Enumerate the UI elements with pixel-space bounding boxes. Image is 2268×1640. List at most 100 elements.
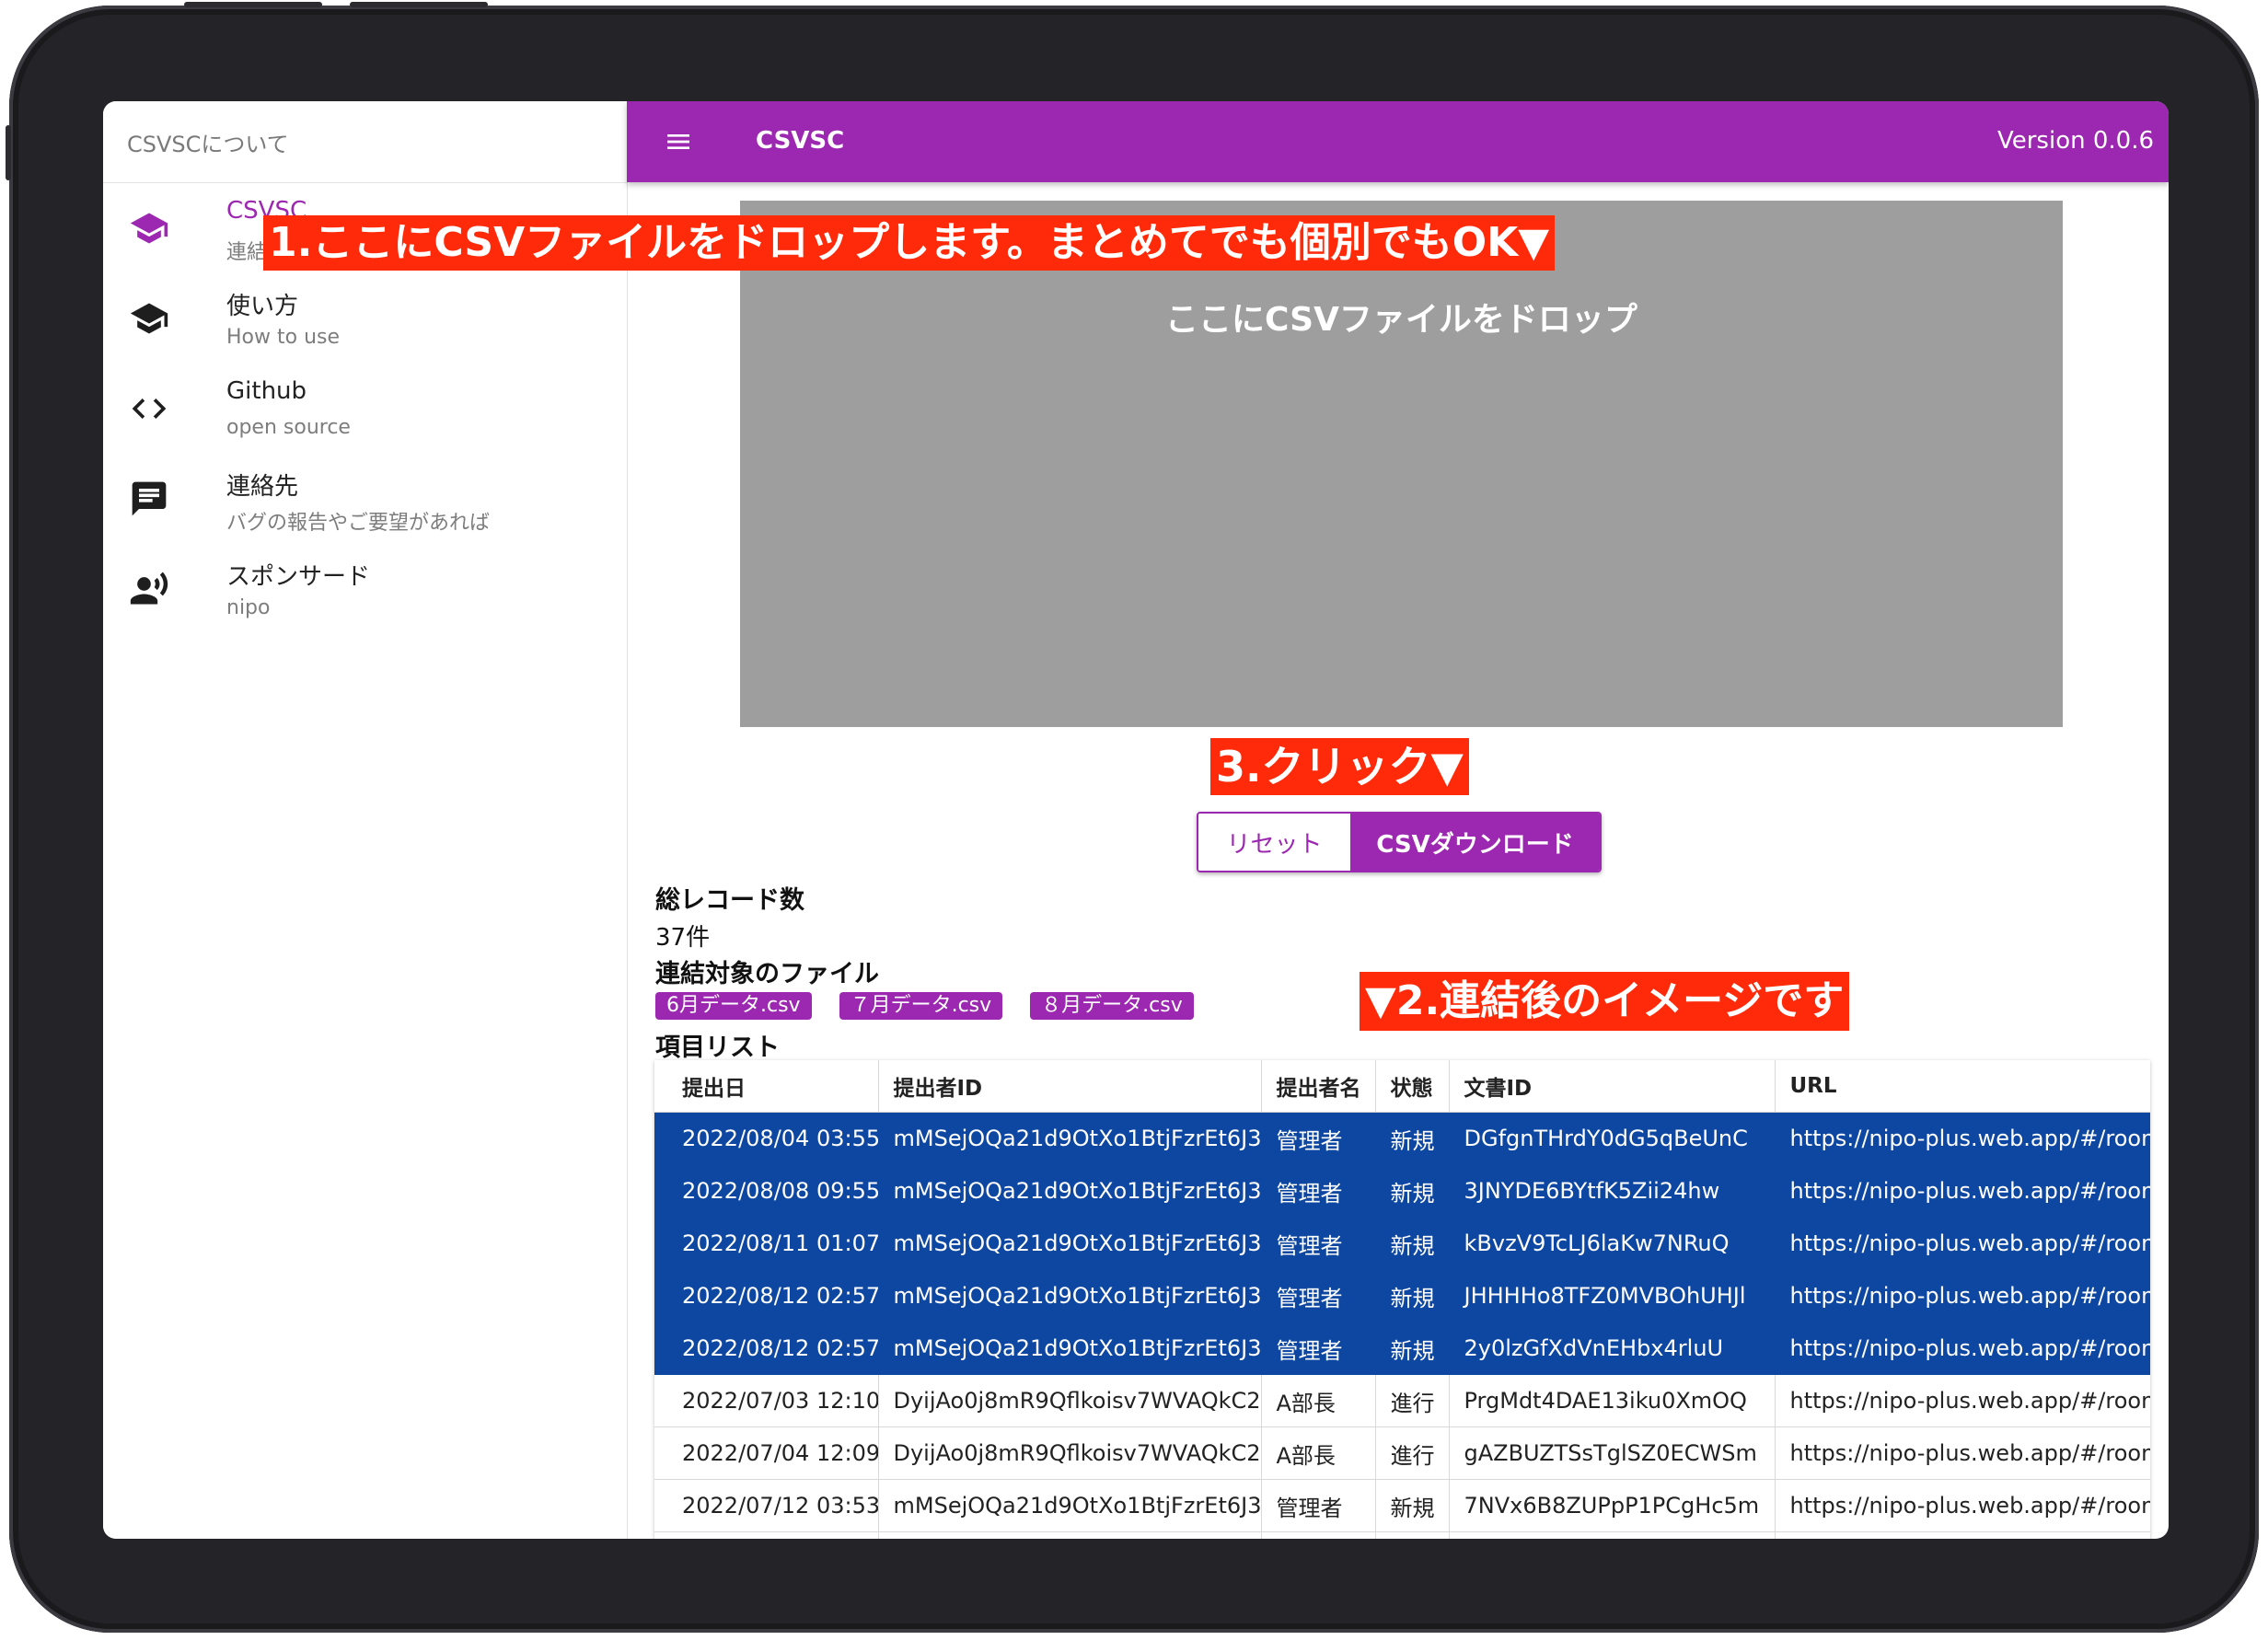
reset-button[interactable]: リセット: [1198, 814, 1350, 871]
nav-subtitle: 連結: [226, 241, 268, 264]
dropzone-label: ここにCSVファイルをドロップ: [1165, 301, 1637, 339]
table-row[interactable]: 2022/08/08 09:55 mMSejOQa21d9OtXo1BtjFzrE…: [654, 1164, 2150, 1218]
table-cell: mMSejOQa21d9OtXo1BtjFzrEt6J3: [878, 1322, 1262, 1375]
table-row[interactable]: 2022/08/12 02:57 mMSejOQa21d9OtXo1BtjFzrE…: [654, 1269, 2150, 1322]
speaking-person-icon: [130, 572, 168, 605]
table-cell: https://nipo-plus.web.app/#/room/: [1775, 1479, 2150, 1532]
column-header[interactable]: 文書ID: [1449, 1060, 1776, 1113]
app-screen: CSVSCについて CSVSC 連結 使い方 How to use Github…: [103, 101, 2169, 1539]
table-cell: gAZBUZTSsTglSZ0ECWSm: [1449, 1426, 1776, 1480]
column-header[interactable]: 提出者名: [1261, 1060, 1376, 1113]
graduation-cap-icon: [130, 213, 168, 244]
columns-label: 項目リスト: [655, 1034, 780, 1062]
table-cell: 新規: [1375, 1269, 1450, 1322]
table-cell: 管理者: [1261, 1217, 1376, 1270]
top-button: [350, 2, 488, 7]
nav-item-github[interactable]: Github open source: [103, 368, 627, 456]
table-cell: 2022/08/04 03:55: [654, 1112, 879, 1165]
table-cell: 2022/07/04 12:09: [654, 1426, 879, 1480]
total-records-label: 総レコード数: [655, 886, 804, 915]
table-cell: DGfgnTHrdY0dG5qBeUnC: [1449, 1112, 1776, 1165]
table-cell: 新規: [1375, 1217, 1450, 1270]
nav-item-contact[interactable]: 連絡先 バグの報告やご要望があれば: [103, 458, 627, 547]
nav-title: 使い方: [226, 293, 299, 320]
table-cell: 新規: [1375, 1322, 1450, 1375]
table-cell: DyijAo0j8mR9Qflkoisv7WVAQkC2: [878, 1374, 1262, 1427]
column-header[interactable]: 提出日: [654, 1060, 879, 1113]
table-row[interactable]: 2022/07/03 12:10 DyijAo0j8mR9Qflkoisv7WVA…: [654, 1374, 2150, 1427]
table-cell: 管理者: [1261, 1479, 1376, 1532]
navigation-drawer: CSVSCについて CSVSC 連結 使い方 How to use Github…: [103, 101, 628, 1539]
top-button: [184, 2, 322, 7]
table-row[interactable]: 2022/07/04 12:09 DyijAo0j8mR9Qflkoisv7WVA…: [654, 1426, 2150, 1480]
table-cell: https://nipo-plus.web.app/#/room/: [1775, 1217, 2150, 1270]
table-cell: 管理者: [1261, 1112, 1376, 1165]
table-cell: 2022/08/12 02:57: [654, 1322, 879, 1375]
chat-icon: [132, 481, 167, 516]
table-header-row: 提出日 提出者ID 提出者名 状態 文書ID URL: [654, 1060, 2150, 1113]
annotation-result: ▼2.連結後のイメージです: [1360, 972, 1850, 1031]
hamburger-menu-icon[interactable]: [662, 127, 695, 156]
action-button-group: リセット CSVダウンロード: [1197, 812, 1602, 872]
table-cell: 2y0lzGfXdVnEHbx4rluU: [1449, 1322, 1776, 1375]
table-row[interactable]: 2022/08/12 02:57 mMSejOQa21d9OtXo1BtjFzrE…: [654, 1322, 2150, 1375]
annotation-click: 3.クリック▼: [1210, 738, 1469, 795]
table-cell: https://nipo-plus.web.app/#/room/: [1775, 1112, 2150, 1165]
column-header[interactable]: 状態: [1375, 1060, 1450, 1113]
column-header[interactable]: URL: [1775, 1060, 2150, 1113]
table-cell: 新規: [1375, 1164, 1450, 1218]
table-cell: mMSejOQa21d9OtXo1BtjFzrEt6J3: [878, 1164, 1262, 1218]
table-cell: 管理者: [1261, 1531, 1376, 1539]
table-cell: mMSejOQa21d9OtXo1BtjFzrEt6J3: [878, 1112, 1262, 1165]
app-bar: CSVSC Version 0.0.6: [627, 101, 2169, 182]
table-cell: https://nipo-plus.web.app/#/room/: [1775, 1322, 2150, 1375]
table-cell: https://nipo-plus.web.app/#/room/: [1775, 1426, 2150, 1480]
target-files-label: 連結対象のファイル: [655, 960, 879, 988]
table-row[interactable]: 2022/07/12 03:53mMSejOQa21d9OtXo1BtjFzrE…: [654, 1531, 2150, 1539]
table-cell: 管理者: [1261, 1269, 1376, 1322]
table-cell: A部長: [1261, 1426, 1376, 1480]
nav-subtitle: バグの報告やご要望があれば: [226, 512, 491, 535]
nav-title: 連絡先: [226, 473, 299, 501]
table-cell: 新規: [1375, 1112, 1450, 1165]
annotation-drop: 1.ここにCSVファイルをドロップします。まとめてでも個別でもOK▼: [263, 215, 1556, 271]
table-row[interactable]: 2022/08/04 03:55 mMSejOQa21d9OtXo1BtjFzrE…: [654, 1112, 2150, 1165]
data-table-container[interactable]: 提出日 提出者ID 提出者名 状態 文書ID URL 2022/08/04 03…: [654, 1060, 2150, 1539]
csv-download-button[interactable]: CSVダウンロード: [1350, 814, 1600, 871]
table-cell: DyijAo0j8mR9Qflkoisv7WVAQkC2: [878, 1426, 1262, 1480]
table-cell: https://nipo-plus.web.app/#/room/: [1775, 1269, 2150, 1322]
nav-item-sponsored[interactable]: スポンサード nipo: [103, 549, 627, 637]
file-chip: 6月データ.csv: [655, 992, 812, 1020]
table-cell: 7NVx6B8ZUPpP1PCgHc5m: [1449, 1479, 1776, 1532]
nav-subtitle: How to use: [226, 326, 341, 349]
version-label: Version 0.0.6: [1996, 127, 2154, 155]
table-cell: PrgMdt4DAE13iku0XmOQ: [1449, 1374, 1776, 1427]
table-cell: 2022/07/03 12:10: [654, 1374, 879, 1427]
file-chip: ８月データ.csv: [1030, 992, 1194, 1020]
table-row[interactable]: 2022/08/11 01:07 mMSejOQa21d9OtXo1BtjFzrE…: [654, 1217, 2150, 1270]
nav-item-how-to-use[interactable]: 使い方 How to use: [103, 278, 627, 366]
table-cell: mMSejOQa21d9OtXo1BtjFzrEt6J3: [878, 1479, 1262, 1532]
table-cell: mMSejOQa21d9OtXo1BtjFzrEt6J3: [878, 1217, 1262, 1270]
table-cell: 進行: [1375, 1374, 1450, 1427]
table-row[interactable]: 2022/07/12 03:53mMSejOQa21d9OtXo1BtjFzrE…: [654, 1479, 2150, 1532]
file-chip: ７月データ.csv: [839, 992, 1003, 1020]
csv-dropzone[interactable]: ここにCSVファイルをドロップ: [740, 201, 2063, 727]
table-cell: 修正: [1375, 1531, 1450, 1539]
table-cell: 管理者: [1261, 1164, 1376, 1218]
drawer-header: CSVSCについて: [103, 101, 627, 183]
table-cell: kBvzV9TcLJ6laKw7NRuQ: [1449, 1217, 1776, 1270]
data-table: 提出日 提出者ID 提出者名 状態 文書ID URL 2022/08/04 03…: [654, 1060, 2150, 1539]
total-records-value: 37件: [655, 924, 711, 952]
table-cell: 進行: [1375, 1426, 1450, 1480]
file-chip-list: 6月データ.csv ７月データ.csv ８月データ.csv: [655, 992, 1221, 1020]
table-cell: 2022/08/08 09:55: [654, 1164, 879, 1218]
table-cell: A部長: [1261, 1374, 1376, 1427]
table-cell: https://nipo-plus.web.app/#/room/: [1775, 1374, 2150, 1427]
table-cell: https://nipo-plus.web.app/#/room/: [1775, 1164, 2150, 1218]
table-cell: 2022/08/12 02:57: [654, 1269, 879, 1322]
app-title: CSVSC: [756, 127, 845, 155]
column-header[interactable]: 提出者ID: [878, 1060, 1262, 1113]
table-cell: 新規: [1375, 1479, 1450, 1532]
volume-button: [6, 125, 11, 180]
